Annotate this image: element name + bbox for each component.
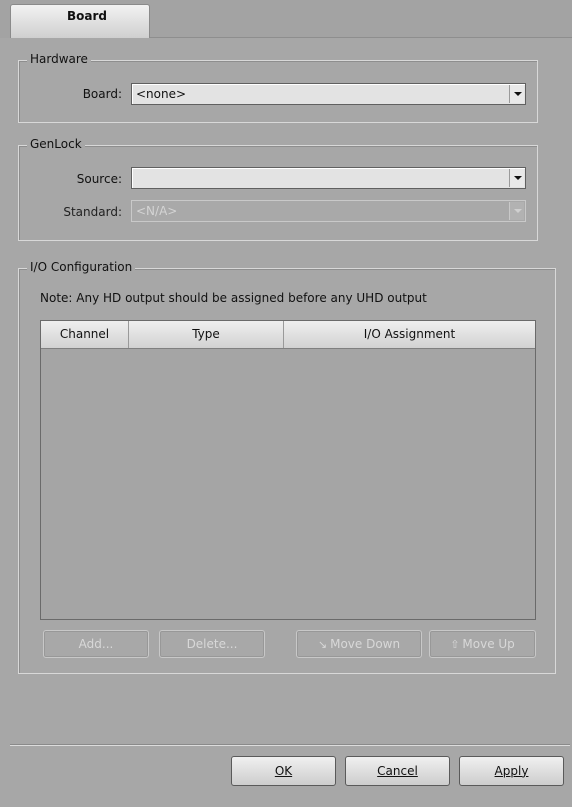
move-down-button: ↘ Move Down (296, 630, 422, 658)
apply-button[interactable]: Apply (459, 756, 564, 786)
board-select-value: <none> (136, 87, 187, 101)
footer-separator (10, 744, 570, 746)
add-button: Add... (43, 630, 149, 658)
source-select[interactable] (131, 167, 526, 189)
standard-select: <N/A> (131, 200, 526, 222)
board-label: Board: (82, 87, 122, 101)
column-header-io-assignment[interactable]: I/O Assignment (284, 321, 535, 348)
chevron-down-icon[interactable] (509, 85, 524, 103)
move-up-button: ⇧ Move Up (429, 630, 536, 658)
io-note: Note: Any HD output should be assigned b… (40, 291, 427, 305)
move-down-label: Move Down (330, 637, 401, 651)
delete-button: Delete... (159, 630, 265, 658)
chevron-down-icon (509, 202, 524, 220)
standard-label: Standard: (63, 205, 122, 219)
genlock-legend: GenLock (27, 137, 85, 151)
cancel-button[interactable]: Cancel (345, 756, 450, 786)
column-header-channel[interactable]: Channel (41, 321, 129, 348)
io-table[interactable]: Channel Type I/O Assignment (40, 320, 536, 620)
source-label: Source: (76, 172, 122, 186)
hardware-legend: Hardware (27, 52, 91, 66)
move-up-label: Move Up (462, 637, 515, 651)
standard-select-value: <N/A> (136, 204, 178, 218)
chevron-down-icon[interactable] (509, 169, 524, 187)
genlock-group (18, 145, 538, 241)
up-arrow-icon: ⇧ (450, 638, 460, 651)
io-table-header: Channel Type I/O Assignment (41, 321, 535, 349)
down-arrow-icon: ↘ (317, 638, 328, 651)
io-config-legend: I/O Configuration (27, 260, 136, 274)
tab-board[interactable]: Board (10, 4, 150, 38)
tab-divider (150, 37, 572, 38)
ok-button[interactable]: OK (231, 756, 336, 786)
board-select[interactable]: <none> (131, 83, 526, 105)
column-header-type[interactable]: Type (129, 321, 284, 348)
